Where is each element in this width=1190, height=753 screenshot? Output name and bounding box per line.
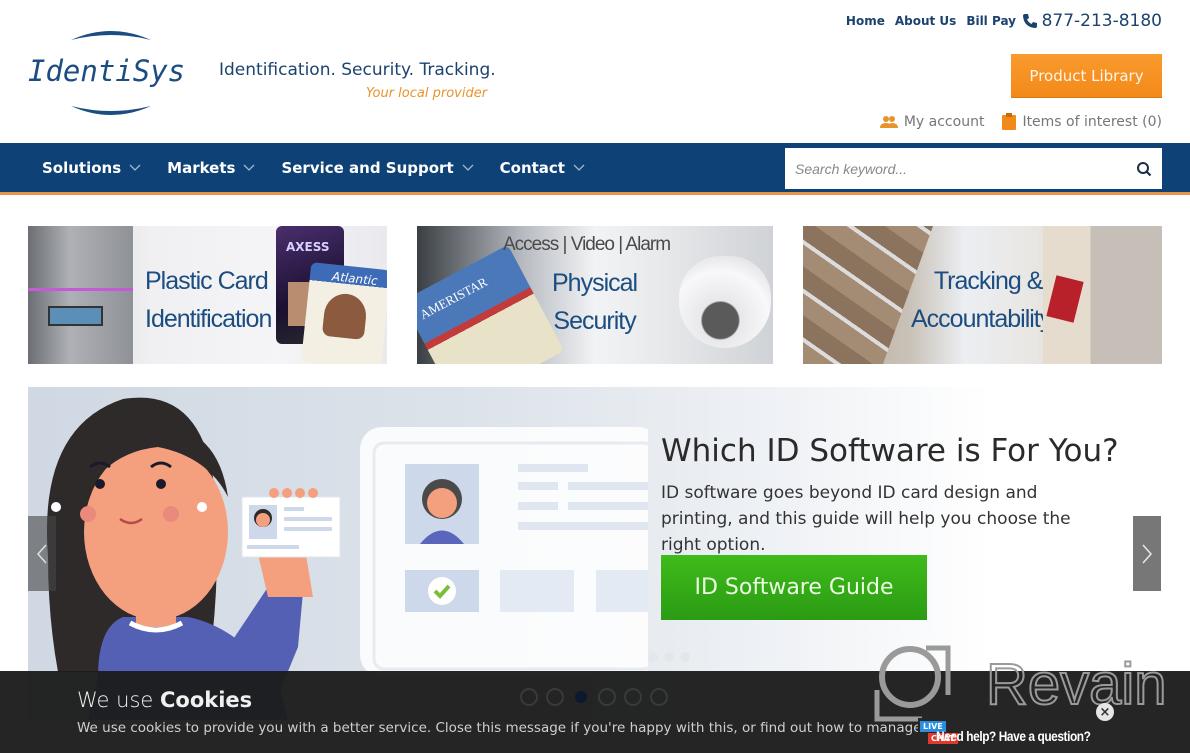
my-account-link[interactable]: My account <box>879 113 985 130</box>
search-button[interactable] <box>1126 148 1162 189</box>
slider-dot-1[interactable] <box>520 688 538 706</box>
chevron-down-icon <box>243 164 255 171</box>
live-chat-widget[interactable]: LIVE CHAT Need help? Have a question? <box>918 718 1118 753</box>
banner-line1: Tracking & <box>933 267 1044 295</box>
banner-physical-security[interactable]: AMERISTAR Access | Video | Alarm Physica… <box>417 226 773 364</box>
mockup-dots <box>648 652 690 662</box>
banner-tracking-accountability[interactable]: Tracking & Accountability <box>803 226 1162 364</box>
slider-dot-3[interactable] <box>575 691 587 703</box>
banner-kicker: Access | Video | Alarm <box>503 234 671 255</box>
top-link-home[interactable]: Home <box>846 14 885 28</box>
top-link-bill-pay[interactable]: Bill Pay <box>966 14 1016 28</box>
chevron-down-icon <box>573 164 585 171</box>
chevron-down-icon <box>462 164 474 171</box>
chevron-right-icon <box>1142 544 1153 563</box>
cookie-message: We use cookies to provide you with a bet… <box>77 720 987 736</box>
sub-tagline: Your local provider <box>366 86 488 101</box>
banner-line1: Plastic Card <box>145 267 269 295</box>
top-links: Home About Us Bill Pay <box>846 14 1016 28</box>
logo-text: IdentiSys <box>28 54 186 88</box>
id-software-guide-button[interactable]: ID Software Guide <box>661 555 927 620</box>
my-account-label: My account <box>903 113 985 130</box>
banner-line1: Physical <box>552 269 638 297</box>
search-icon <box>1137 161 1152 176</box>
main-nav: Solutions Markets Service and Support Co… <box>0 143 1190 195</box>
identisys-logo[interactable]: IdentiSys <box>26 26 196 120</box>
people-image <box>1043 226 1162 364</box>
banner-line2: Security <box>553 307 636 335</box>
live-chat-icon: LIVE CHAT <box>918 720 958 751</box>
id-badge-image: AMERISTAR <box>417 244 565 364</box>
nav-item-contact[interactable]: Contact <box>500 159 585 177</box>
banner-plastic-card-identification[interactable]: Plastic Card Identification AXESS Atlant… <box>28 226 387 364</box>
users-icon <box>879 115 898 128</box>
slider-dot-5[interactable] <box>624 688 642 706</box>
nav-label: Solutions <box>42 158 122 177</box>
nav-label: Contact <box>499 158 565 177</box>
nav-item-markets[interactable]: Markets <box>167 159 255 177</box>
slider-prev-button[interactable] <box>28 516 56 591</box>
id-card-image: Atlantic <box>300 262 387 364</box>
close-icon: × <box>1099 704 1111 720</box>
chevron-left-icon <box>36 544 47 563</box>
nav-label: Markets <box>167 158 236 177</box>
search-box <box>785 148 1162 189</box>
card-printer-image <box>28 226 133 364</box>
phone-icon <box>1022 14 1037 28</box>
search-input[interactable] <box>785 148 1126 189</box>
hero-description: ID software goes beyond ID card design a… <box>661 483 1071 555</box>
top-link-about-us[interactable]: About Us <box>895 14 956 28</box>
tagline: Identification. Security. Tracking. <box>219 60 496 80</box>
nav-item-service-and-support[interactable]: Service and Support <box>281 158 474 177</box>
nav-item-solutions[interactable]: Solutions <box>42 159 141 177</box>
banner-line2: Identification <box>145 305 272 333</box>
slider-pagination <box>520 688 668 706</box>
cookie-title: We use Cookies <box>77 688 253 712</box>
live-chat-close-button[interactable]: × <box>1096 703 1114 721</box>
phone-number[interactable]: 877-213-8180 <box>1022 11 1162 31</box>
banner-line2: Accountability <box>911 305 1052 333</box>
product-library-button[interactable]: Product Library <box>1011 54 1162 98</box>
security-camera-image <box>679 256 771 348</box>
phone-text: 877-213-8180 <box>1041 11 1162 31</box>
clipboard-icon <box>1002 113 1017 130</box>
hero-title: Which ID Software is For You? <box>661 433 1119 469</box>
items-of-interest-link[interactable]: Items of interest (0) <box>1002 113 1162 130</box>
slider-dot-4[interactable] <box>598 688 616 706</box>
slider-next-button[interactable] <box>1133 516 1161 591</box>
site-header: IdentiSys Identification. Security. Trac… <box>0 0 1190 143</box>
account-row: My account Items of interest (0) <box>879 113 1162 130</box>
items-of-interest-label: Items of interest (0) <box>1022 113 1162 130</box>
office-cubicles-image <box>803 226 933 364</box>
slider-dot-6[interactable] <box>650 688 668 706</box>
chevron-down-icon <box>129 164 141 171</box>
live-chat-label: Need help? Have a question? <box>936 727 1091 744</box>
nav-label: Service and Support <box>281 158 454 177</box>
slider-dot-2[interactable] <box>546 688 564 706</box>
